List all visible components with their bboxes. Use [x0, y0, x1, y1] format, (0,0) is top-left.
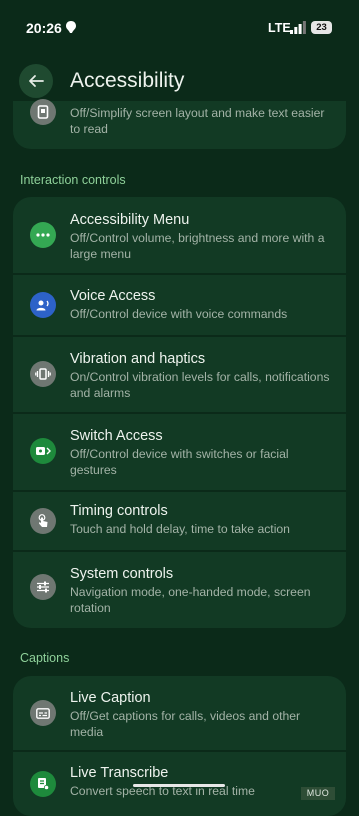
- list-item-live-caption[interactable]: Live Caption Off/Get captions for calls,…: [13, 676, 346, 750]
- arrow-left-icon: [29, 75, 44, 87]
- sliders-icon: [30, 574, 56, 600]
- status-bar: 20:26 LTE 23: [0, 0, 359, 56]
- item-subtitle: Off/Control volume, brightness and more …: [70, 231, 325, 261]
- section-label-captions: Captions: [20, 651, 70, 665]
- item-title: System controls: [70, 566, 174, 582]
- item-subtitle: Off/Control device with voice commands: [70, 307, 288, 321]
- item-title: Switch Access: [70, 428, 163, 444]
- item-title: Voice Access: [70, 288, 156, 304]
- list-item-accessibility-menu[interactable]: Accessibility Menu Off/Control volume, b…: [13, 197, 346, 273]
- transcribe-icon: [30, 771, 56, 797]
- item-subtitle: Off/Control device with switches or faci…: [70, 447, 289, 477]
- item-title: Accessibility Menu: [70, 212, 190, 228]
- app-bar: Accessibility: [0, 56, 359, 106]
- list-item-switch-access[interactable]: Switch Access Off/Control device with sw…: [13, 414, 346, 490]
- switch-access-icon: [30, 438, 56, 464]
- item-title: Vibration and haptics: [70, 351, 206, 367]
- vibration-icon: [30, 361, 56, 387]
- notification-icon: [66, 21, 76, 33]
- page-title: Accessibility: [70, 69, 185, 92]
- layout-icon: [30, 99, 56, 125]
- back-button[interactable]: [19, 64, 53, 98]
- voice-access-icon: [30, 292, 56, 318]
- item-title: Live Transcribe: [70, 765, 169, 781]
- simplify-layout-subtitle: Off/Simplify screen layout and make text…: [70, 106, 325, 136]
- list-item-vibration-haptics[interactable]: Vibration and haptics On/Control vibrati…: [13, 337, 346, 412]
- watermark-logo: MUO: [301, 787, 335, 800]
- list-item-timing-controls[interactable]: Timing controls Touch and hold delay, ti…: [13, 492, 346, 550]
- simplify-layout-item[interactable]: Off/Simplify screen layout and make text…: [13, 99, 346, 149]
- section-label-interaction: Interaction controls: [20, 173, 126, 187]
- list-item-system-controls[interactable]: System controls Navigation mode, one-han…: [13, 552, 346, 628]
- captions-icon: [30, 700, 56, 726]
- list-item-voice-access[interactable]: Voice Access Off/Control device with voi…: [13, 275, 346, 335]
- item-subtitle: On/Control vibration levels for calls, n…: [70, 370, 330, 400]
- item-subtitle: Navigation mode, one-handed mode, screen…: [70, 585, 311, 615]
- interaction-controls-card: Accessibility Menu Off/Control volume, b…: [13, 197, 346, 628]
- item-subtitle: Off/Get captions for calls, videos and o…: [70, 709, 301, 739]
- signal-icon: [290, 21, 306, 34]
- network-type: LTE: [268, 21, 291, 35]
- item-subtitle: Touch and hold delay, time to take actio…: [70, 522, 290, 536]
- captions-card: Live Caption Off/Get captions for calls,…: [13, 676, 346, 816]
- item-title: Timing controls: [70, 503, 168, 519]
- status-time: 20:26: [26, 20, 62, 36]
- item-title: Live Caption: [70, 690, 151, 706]
- battery-icon: 23: [311, 21, 332, 34]
- more-dots-icon: [30, 222, 56, 248]
- home-indicator[interactable]: [133, 784, 225, 787]
- touch-hand-icon: [30, 508, 56, 534]
